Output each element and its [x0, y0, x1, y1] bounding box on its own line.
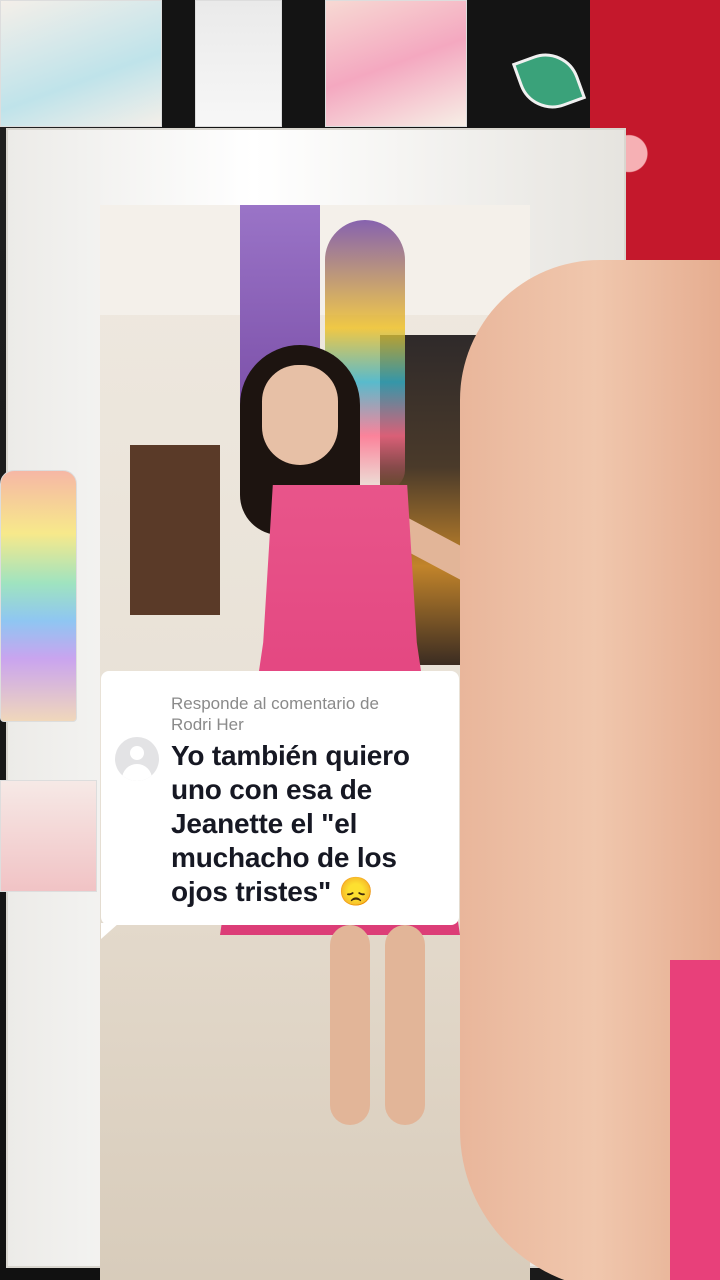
speech-bubble-tail: [101, 923, 119, 939]
foreground-sleeve: [670, 960, 720, 1280]
leg: [330, 925, 370, 1125]
face: [262, 365, 338, 465]
wall-drawing: [0, 470, 77, 722]
comment-body: Yo también quiero uno con esa de Jeanett…: [171, 740, 410, 907]
wall-drawing: [0, 0, 162, 127]
reply-header-prefix: Responde al comentario de: [171, 694, 379, 713]
comment-username[interactable]: Rodri Her: [171, 715, 244, 734]
video-frame: [0, 0, 720, 1280]
reply-header: Responde al comentario de Rodri Her: [171, 693, 441, 735]
reply-comment-card[interactable]: Responde al comentario de Rodri Her Yo t…: [101, 671, 459, 939]
leg: [385, 925, 425, 1125]
default-avatar-icon[interactable]: [115, 737, 159, 781]
wall-drawing: [195, 0, 282, 127]
avatar-body: [122, 764, 152, 781]
wall-drawing: [0, 780, 97, 892]
disappointed-face-emoji: 😞: [338, 876, 374, 907]
wall-drawing: [325, 0, 467, 127]
avatar-head: [130, 746, 144, 760]
comment-text: Yo también quiero uno con esa de Jeanett…: [171, 739, 453, 909]
